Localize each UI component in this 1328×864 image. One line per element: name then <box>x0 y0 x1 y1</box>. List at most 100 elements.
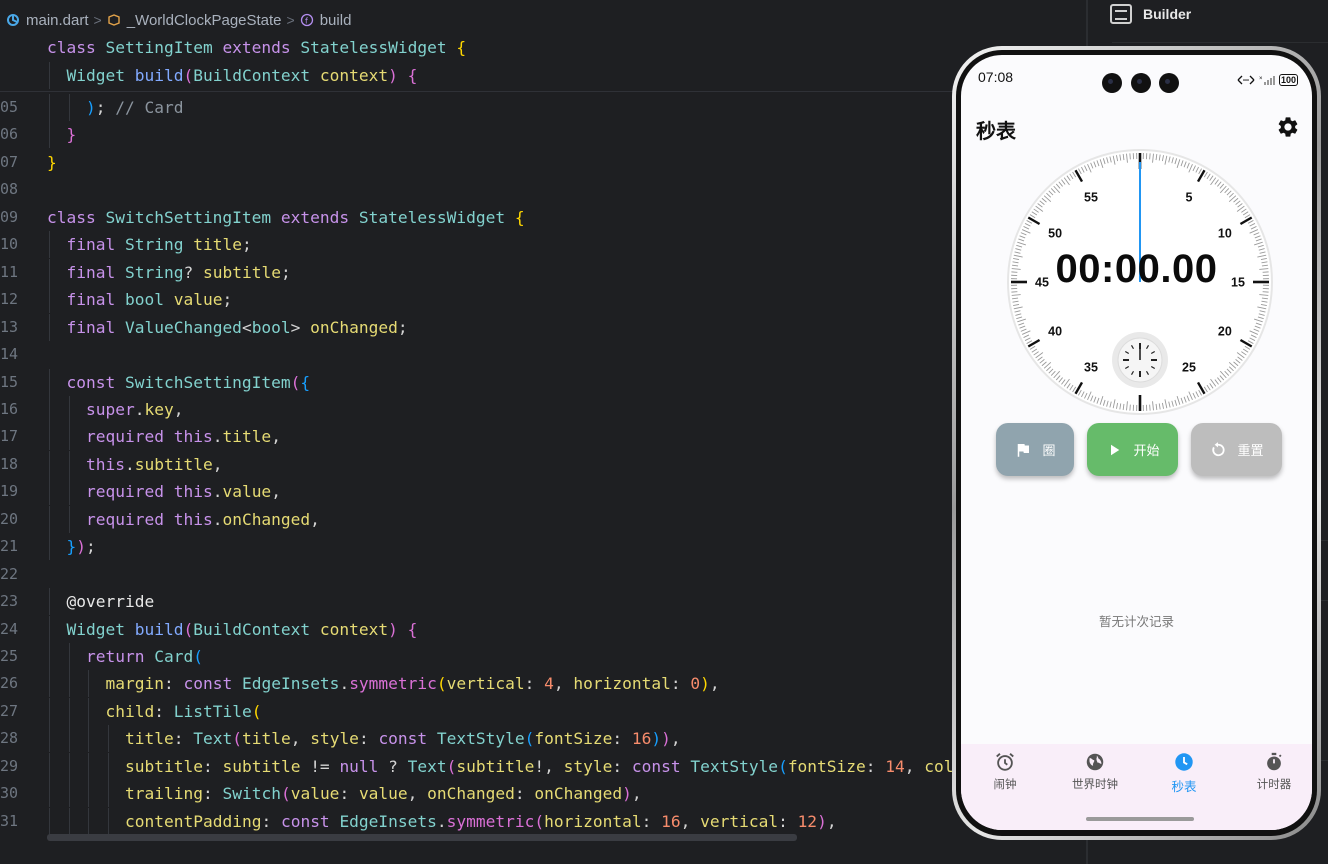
code-token: const <box>378 729 437 749</box>
code-token: title <box>241 729 291 749</box>
lap-button[interactable]: 圈 <box>996 423 1074 476</box>
code-line[interactable]: 17 required this.title, <box>0 423 1086 450</box>
code-text: final String title; <box>67 231 252 258</box>
code-token: : <box>641 811 662 831</box>
code-token: 12 <box>797 811 818 831</box>
code-token: const <box>66 372 125 392</box>
start-button[interactable]: 开始 <box>1087 423 1178 476</box>
divider <box>1112 42 1328 43</box>
code-editor[interactable]: main.dart > _WorldClockPageState > f bui… <box>0 0 1086 864</box>
code-token: ( <box>251 701 262 721</box>
code-token: ; <box>241 235 252 255</box>
code-line[interactable]: 23 @override <box>0 588 1086 615</box>
builder-tab-label: Builder <box>1143 6 1192 22</box>
indent-guide <box>49 313 50 341</box>
code-line[interactable]: class SettingItem extends StatelessWidge… <box>0 34 1086 61</box>
code-token: bool <box>124 290 174 310</box>
alarm-icon <box>996 753 1014 771</box>
code-token: !, <box>534 756 564 776</box>
breadcrumb-method[interactable]: f build <box>300 12 351 29</box>
reset-button[interactable]: 重置 <box>1191 423 1282 476</box>
code-token: ? <box>183 262 203 282</box>
code-line[interactable]: 31 contentPadding: const EdgeInsets.symme… <box>0 808 1086 835</box>
nav-item-alarm[interactable]: 闹钟 <box>961 744 1049 804</box>
code-line[interactable]: 07} <box>0 149 1086 176</box>
status-bar: 07:08 × 100 <box>961 55 1312 93</box>
nav-item-world-clock[interactable]: 世界时钟 <box>1051 744 1139 804</box>
code-token: , <box>407 784 428 804</box>
code-text: subtitle: subtitle != null ? Text(subtit… <box>125 753 954 780</box>
code-text: Widget build(BuildContext context) { <box>67 62 418 89</box>
indent-guide <box>49 697 50 725</box>
code-line[interactable]: 25 return Card( <box>0 643 1086 670</box>
code-token: : <box>261 811 281 831</box>
code-token: return <box>86 647 155 666</box>
code-token: SwitchSettingItem <box>105 207 281 227</box>
code-line[interactable]: 18 this.subtitle, <box>0 451 1086 478</box>
timer-icon <box>1267 752 1282 771</box>
code-line[interactable]: 24 Widget build(BuildContext context) { <box>0 616 1086 643</box>
builder-tab[interactable]: Builder <box>1110 4 1191 24</box>
code-line[interactable]: 05); // Card <box>0 94 1086 121</box>
dial-label: 55 <box>1084 191 1098 205</box>
code-line[interactable]: 20 required this.onChanged, <box>0 506 1086 533</box>
indent-guide <box>68 670 70 698</box>
code-line[interactable]: 27 child: ListTile( <box>0 698 1086 725</box>
code-line[interactable]: 29 subtitle: subtitle != null ? Text(subt… <box>0 753 1086 780</box>
code-token: : <box>612 756 632 776</box>
code-text: trailing: Switch(value: value, onChanged… <box>125 780 642 807</box>
code-line[interactable]: 12 final bool value; <box>0 286 1086 313</box>
code-text: this.subtitle, <box>86 451 222 478</box>
code-token: ) <box>622 784 632 804</box>
code-line[interactable]: 15 const SwitchSettingItem({ <box>0 369 1086 396</box>
code-line[interactable]: 30 trailing: Switch(value: value, onChang… <box>0 780 1086 807</box>
nav-item-timer[interactable]: 计时器 <box>1230 744 1312 804</box>
code-line[interactable]: 16 super.key, <box>0 396 1086 423</box>
line-number: 10 <box>0 235 19 254</box>
camera-dot <box>1131 73 1151 93</box>
code-line[interactable]: 08 <box>0 176 1086 203</box>
code-line[interactable]: 14 <box>0 341 1086 368</box>
code-line[interactable]: 26 margin: const EdgeInsets.symmetric(ver… <box>0 670 1086 697</box>
settings-gear-icon[interactable] <box>1276 115 1300 139</box>
code-token: ) <box>817 811 827 831</box>
code-line[interactable]: 19 required this.value, <box>0 478 1086 505</box>
code-token: horizontal <box>544 811 642 831</box>
code-line[interactable]: 06} <box>0 121 1086 148</box>
sticky-scroll-header[interactable]: class SettingItem extends StatelessWidge… <box>0 34 1086 92</box>
breadcrumb-class[interactable]: _WorldClockPageState <box>107 12 282 29</box>
code-token: } <box>66 125 77 145</box>
code-token: style <box>310 729 359 749</box>
indent-guide <box>49 780 50 808</box>
code-token: class <box>47 207 106 227</box>
code-line[interactable]: 10 final String title; <box>0 231 1086 258</box>
breadcrumb-file[interactable]: main.dart <box>6 12 89 29</box>
code-token: 4 <box>544 674 554 694</box>
indent-guide <box>88 670 89 698</box>
code-text: class SwitchSettingItem extends Stateles… <box>47 204 525 231</box>
code-token: EdgeInsets <box>339 811 437 831</box>
indent-guide <box>49 258 50 286</box>
code-line[interactable]: 21}); <box>0 533 1086 560</box>
code-line[interactable]: 09 class SwitchSettingItem extends Statel… <box>0 204 1086 231</box>
code-token: value <box>222 482 272 502</box>
code-token: , <box>709 674 720 694</box>
indent-guide <box>88 807 89 835</box>
code-line[interactable]: 13 final ValueChanged<bool> onChanged; <box>0 314 1086 341</box>
dial-label: 40 <box>1048 325 1062 339</box>
code-token: : <box>173 729 194 749</box>
nav-item-stopwatch[interactable]: 秒表 <box>1140 744 1228 804</box>
code-line[interactable]: Widget build(BuildContext context) { <box>0 62 1086 89</box>
code-line[interactable]: 28 title: Text(title, style: const TextSt… <box>0 725 1086 752</box>
code-token: 16 <box>631 729 652 749</box>
horizontal-scrollbar[interactable] <box>47 834 797 841</box>
code-token: . <box>339 674 350 694</box>
home-indicator[interactable] <box>1086 817 1194 821</box>
code-token: : <box>202 756 223 776</box>
code-token: subtitle <box>125 756 203 776</box>
code-line[interactable]: 11 final String? subtitle; <box>0 259 1086 286</box>
code-token: , <box>271 482 281 502</box>
code-line[interactable]: 22 <box>0 561 1086 588</box>
network-icon <box>1237 75 1255 85</box>
indent-guide <box>49 94 50 121</box>
